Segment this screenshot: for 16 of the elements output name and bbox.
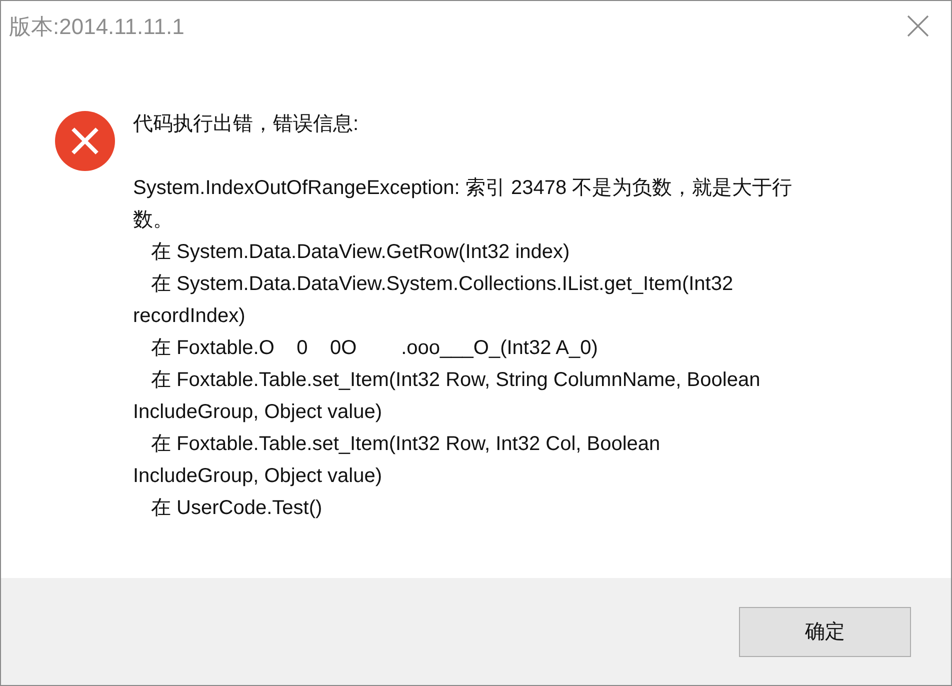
error-message-line: 在 UserCode.Test() [150, 496, 322, 521]
error-message-line: 数。 [133, 208, 173, 233]
error-message-line: 在 Foxtable.Table.set_Item(Int32 Row, Int32 Col, Boolean [150, 432, 660, 457]
error-message-line: 在 System.Data.DataView.System.Collections.IList.get_Item(Int32 [150, 272, 734, 297]
error-message-line: 在 Foxtable.Table.set_Item(Int32 Row, String ColumnName, Boolean [150, 368, 760, 393]
error-message-line: 在 System.Data.DataView.GetRow(Int32 index) [150, 240, 570, 265]
error-message-line: 在 Foxtable.O 0 0O .ooo___O_(Int32 A_0) [150, 336, 598, 361]
close-icon[interactable] [907, 15, 929, 37]
error-message-line: IncludeGroup, Object value) [133, 464, 382, 489]
ok-button[interactable]: 确定 [739, 606, 911, 656]
window-title: 版本:2014.11.11.1 [9, 12, 184, 40]
error-message-line: IncludeGroup, Object value) [133, 400, 382, 425]
error-message-line: System.IndexOutOfRangeException: 索引 23478 不是为负数，就是大于行 [133, 176, 792, 201]
error-heading: 代码执行出错，错误信息: [133, 112, 359, 137]
error-icon [55, 111, 115, 171]
error-message-line: recordIndex) [133, 304, 246, 329]
